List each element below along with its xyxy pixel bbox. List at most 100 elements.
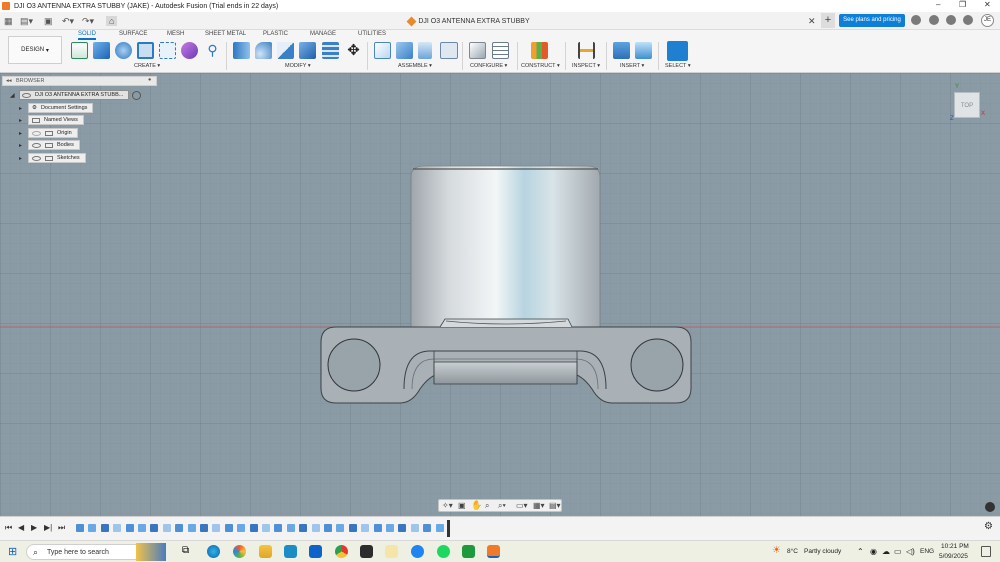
timeline-feature-item[interactable] bbox=[187, 524, 196, 532]
browser-item-sketches[interactable]: ▸ Sketches bbox=[19, 153, 86, 163]
create-sketch-icon[interactable] bbox=[71, 42, 88, 59]
excel-like-app-icon[interactable] bbox=[462, 545, 475, 558]
timeline-marker[interactable] bbox=[447, 520, 450, 537]
chrome-icon[interactable] bbox=[335, 545, 348, 558]
hole-icon[interactable] bbox=[137, 42, 154, 59]
move-copy-icon[interactable]: ✥ bbox=[345, 42, 362, 59]
new-component-icon[interactable] bbox=[374, 42, 391, 59]
job-status-icon[interactable] bbox=[911, 15, 921, 25]
expand-arrow-icon[interactable]: ▸ bbox=[19, 117, 28, 124]
mounting-hole-left[interactable] bbox=[327, 338, 381, 392]
antenna-cylinder-body[interactable] bbox=[410, 165, 601, 328]
tab-plastic[interactable]: PLASTIC bbox=[263, 31, 288, 37]
onedrive-cloud-icon[interactable]: ☁ bbox=[882, 547, 890, 556]
timeline-feature-track[interactable] bbox=[76, 522, 448, 535]
close-window-button[interactable]: ✕ bbox=[984, 0, 991, 9]
redo-icon[interactable]: ↷▾ bbox=[82, 16, 94, 27]
grid-snaps-icon[interactable]: ▦▾ bbox=[533, 501, 545, 510]
timeline-feature-item[interactable] bbox=[249, 524, 258, 532]
tab-manage[interactable]: MANAGE bbox=[310, 31, 336, 37]
root-expand-icon[interactable]: ◢ bbox=[10, 92, 19, 99]
undo-icon[interactable]: ↶▾ bbox=[62, 16, 74, 27]
timeline-feature-item[interactable] bbox=[373, 524, 382, 532]
look-at-icon[interactable]: ▣ bbox=[458, 501, 466, 510]
timeline-forward-icon[interactable]: ▶| bbox=[44, 523, 52, 532]
workspace-switcher[interactable]: DESIGN ▾ bbox=[8, 36, 62, 64]
viewports-icon[interactable]: ▤▾ bbox=[549, 501, 561, 510]
timeline-feature-item[interactable] bbox=[423, 524, 432, 532]
sticky-notes-icon[interactable] bbox=[385, 545, 398, 558]
store-app-icon[interactable] bbox=[284, 545, 297, 558]
timeline-feature-item[interactable] bbox=[336, 524, 345, 532]
tab-surface[interactable]: SURFACE bbox=[119, 31, 147, 37]
revolve-icon[interactable] bbox=[115, 42, 132, 59]
file-menu-icon[interactable]: ▤▾ bbox=[20, 16, 33, 27]
fillet-icon[interactable] bbox=[255, 42, 272, 59]
visibility-eye-icon[interactable] bbox=[32, 142, 41, 148]
configure-icon[interactable] bbox=[469, 42, 486, 59]
visibility-eye-icon[interactable] bbox=[32, 155, 41, 161]
timeline-back-icon[interactable]: ◀ bbox=[18, 523, 24, 532]
browser-item-origin[interactable]: ▸ Origin bbox=[19, 128, 78, 138]
timeline-feature-item[interactable] bbox=[311, 524, 320, 532]
timeline-feature-item[interactable] bbox=[262, 524, 270, 532]
configuration-table-icon[interactable] bbox=[492, 42, 509, 59]
timeline-feature-item[interactable] bbox=[299, 524, 308, 532]
tab-solid[interactable]: SOLID bbox=[78, 31, 97, 40]
browser-panel-header[interactable]: ◂◂ BROWSER ● bbox=[2, 76, 157, 86]
zoom-icon[interactable]: ⌕ bbox=[485, 501, 489, 511]
expand-arrow-icon[interactable]: ▸ bbox=[19, 105, 28, 112]
timeline-feature-item[interactable] bbox=[274, 524, 283, 532]
orbit-icon[interactable]: ✧▾ bbox=[442, 501, 453, 510]
outlook-icon[interactable] bbox=[309, 545, 322, 558]
save-icon[interactable]: ▣ bbox=[44, 16, 53, 27]
new-tab-button[interactable]: + bbox=[821, 13, 835, 28]
home-icon[interactable]: ⌂ bbox=[106, 16, 118, 26]
timeline-end-icon[interactable]: ⏭ bbox=[58, 523, 65, 533]
timeline-feature-item[interactable] bbox=[100, 524, 109, 532]
timeline-feature-item[interactable] bbox=[125, 524, 134, 532]
clock-time[interactable]: 10:21 PM bbox=[941, 543, 969, 550]
hidden-eye-icon[interactable] bbox=[32, 130, 41, 136]
timeline-play-icon[interactable]: ▶ bbox=[31, 523, 37, 532]
clock-date[interactable]: 5/09/2025 bbox=[939, 553, 968, 560]
press-pull-icon[interactable] bbox=[233, 42, 250, 59]
timeline-feature-item[interactable] bbox=[150, 524, 159, 532]
browser-item-named-views[interactable]: ▸ Named Views bbox=[19, 115, 84, 125]
inspect-group-label[interactable]: INSPECT ▾ bbox=[572, 63, 600, 69]
joint-icon[interactable] bbox=[396, 42, 413, 59]
timeline-feature-item[interactable] bbox=[88, 524, 97, 532]
browser-collapse-icon[interactable]: ◂◂ bbox=[6, 78, 12, 84]
timeline-feature-item[interactable] bbox=[138, 524, 146, 532]
document-tab[interactable]: DJI O3 ANTENNA EXTRA STUBBY bbox=[120, 14, 818, 29]
timeline-feature-item[interactable] bbox=[113, 524, 122, 532]
configure-group-label[interactable]: CONFIGURE ▾ bbox=[470, 63, 507, 69]
maximize-button[interactable]: ❐ bbox=[959, 0, 966, 9]
windows-start-icon[interactable]: ⊞ bbox=[8, 545, 17, 558]
create-group-label[interactable]: CREATE ▾ bbox=[134, 63, 160, 69]
timeline-feature-item[interactable] bbox=[348, 524, 357, 532]
browser-root-row[interactable]: ◢ DJI O3 ANTENNA EXTRA STUBB... bbox=[10, 90, 142, 100]
construct-group-label[interactable]: CONSTRUCT ▾ bbox=[521, 63, 560, 69]
design-canvas[interactable] bbox=[0, 73, 1000, 516]
view-cube[interactable]: TOP bbox=[954, 92, 980, 118]
select-group-label[interactable]: SELECT ▾ bbox=[665, 63, 691, 69]
edge-browser-icon[interactable] bbox=[207, 545, 220, 558]
modify-group-label[interactable]: MODIFY ▾ bbox=[285, 63, 311, 69]
timeline-feature-item[interactable] bbox=[200, 524, 208, 532]
mirror-icon[interactable]: ⚲ bbox=[204, 42, 221, 59]
spotify-icon[interactable] bbox=[437, 545, 450, 558]
offset-plane-icon[interactable] bbox=[531, 42, 548, 59]
timeline-feature-item[interactable] bbox=[162, 524, 171, 532]
select-icon[interactable] bbox=[667, 41, 688, 61]
joint-origin-icon[interactable] bbox=[440, 42, 458, 59]
search-highlight-image[interactable] bbox=[136, 543, 166, 561]
file-explorer-icon[interactable] bbox=[259, 545, 272, 558]
tab-mesh[interactable]: MESH bbox=[167, 31, 184, 37]
timeline-settings-gear-icon[interactable]: ⚙ bbox=[984, 521, 993, 532]
timeline-feature-item[interactable] bbox=[435, 524, 444, 532]
messenger-icon[interactable] bbox=[411, 545, 424, 558]
pan-icon[interactable]: ✋ bbox=[471, 500, 482, 511]
timeline-feature-item[interactable] bbox=[224, 524, 233, 532]
timeline-feature-item[interactable] bbox=[324, 524, 332, 532]
